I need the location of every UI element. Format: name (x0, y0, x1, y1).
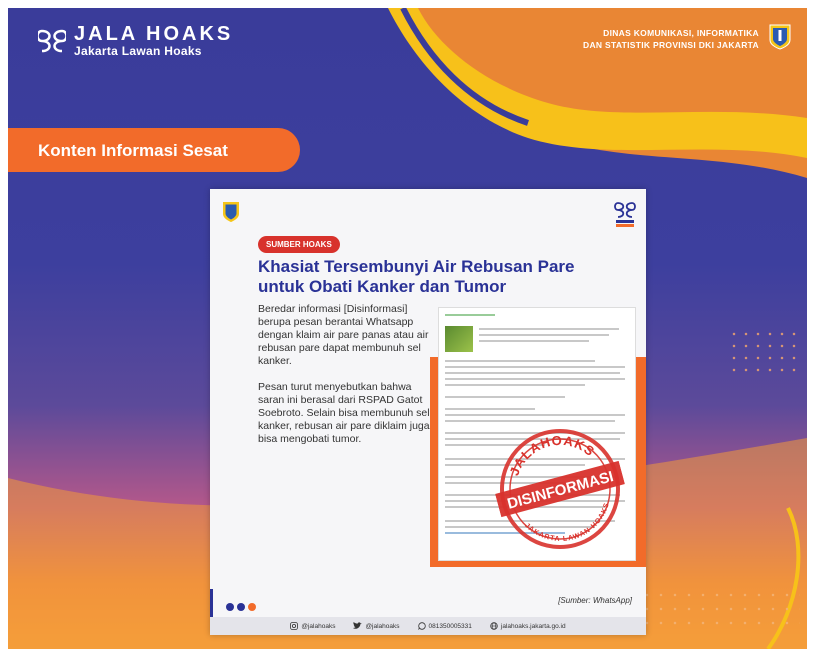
infographic-frame: JALA HOAKS Jakarta Lawan Hoaks DINAS KOM… (8, 8, 807, 649)
instagram-handle: @jalahoaks (301, 622, 336, 630)
hoax-card: SUMBER HOAKS Khasiat Tersembunyi Air Reb… (210, 189, 646, 635)
footer-instagram[interactable]: @jalahoaks (290, 622, 335, 630)
dki-crest-icon (769, 24, 791, 50)
card-title: Khasiat Tersembunyi Air Rebusan Pare unt… (258, 257, 618, 297)
card-paragraph-2: Pesan turut menyebutkan bahwa saran ini … (258, 381, 430, 445)
dot-orange (248, 603, 256, 611)
decorative-dot-grid (728, 328, 804, 378)
card-paragraph-1: Beredar informasi [Disinformasi] berupa … (258, 303, 429, 367)
instagram-icon (290, 622, 299, 630)
section-banner-label: Konten Informasi Sesat (38, 141, 228, 160)
jalahoaks-logo: JALA HOAKS Jakarta Lawan Hoaks (38, 24, 233, 58)
decorative-dot-grid-bottom (640, 588, 800, 628)
twitter-handle: @jalahoaks (365, 622, 400, 630)
footer-whatsapp[interactable]: 081350005331 (417, 622, 472, 630)
bitter-gourd-image (445, 326, 473, 352)
contact-footer: @jalahoaks @jalahoaks 081350005331 jalah… (210, 617, 646, 635)
card-title-line-1: Khasiat Tersembunyi Air Rebusan Pare (258, 257, 575, 276)
card-title-line-2: untuk Obati Kanker dan Tumor (258, 277, 507, 296)
footer-twitter[interactable]: @jalahoaks (353, 622, 400, 630)
accent-bar (210, 589, 213, 619)
source-badge: SUMBER HOAKS (258, 236, 340, 253)
agency-name: DINAS KOMUNIKASI, INFORMATIKA DAN STATIS… (583, 27, 759, 51)
card-jalahoaks-icon (614, 202, 636, 227)
agency-line-2: DAN STATISTIK PROVINSI DKI JAKARTA (583, 40, 759, 50)
whatsapp-number: 081350005331 (428, 622, 472, 630)
dot-navy-2 (237, 603, 245, 611)
brand-title: JALA HOAKS (74, 23, 234, 45)
twitter-icon (353, 622, 363, 629)
globe-icon (490, 622, 498, 630)
decorative-dots (226, 603, 256, 611)
card-body: Beredar informasi [Disinformasi] berupa … (258, 303, 430, 459)
whatsapp-icon (417, 622, 426, 630)
jalahoaks-logo-icon (38, 29, 66, 53)
dot-navy (226, 603, 234, 611)
agency-line-1: DINAS KOMUNIKASI, INFORMATIKA (603, 28, 759, 38)
card-dki-crest-icon (223, 202, 239, 222)
website-url: jalahoaks.jakarta.go.id (500, 622, 566, 630)
footer-website[interactable]: jalahoaks.jakarta.go.id (490, 622, 566, 630)
source-note: [Sumber: WhatsApp] (558, 596, 632, 605)
brand-subtitle: Jakarta Lawan Hoaks (74, 44, 202, 58)
section-banner: Konten Informasi Sesat (8, 128, 300, 172)
